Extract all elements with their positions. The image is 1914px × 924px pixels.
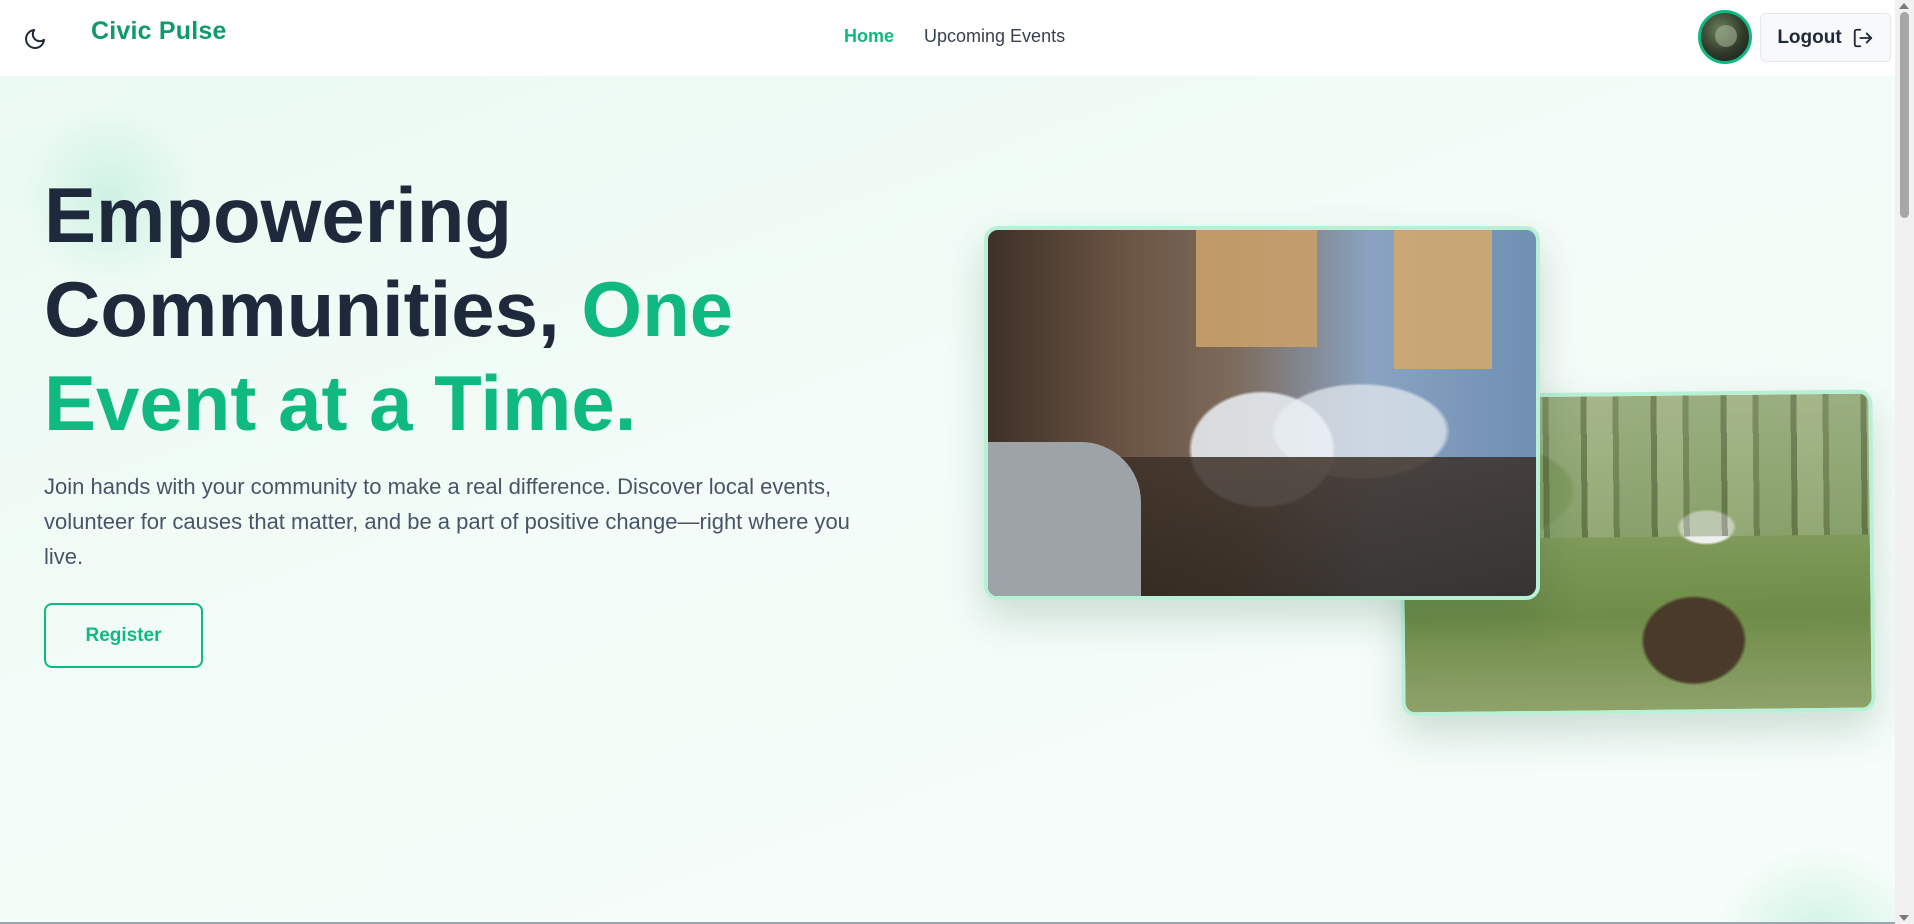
nav-link-home[interactable]: Home bbox=[844, 26, 894, 47]
moon-icon[interactable] bbox=[20, 24, 50, 54]
nav-link-upcoming-events[interactable]: Upcoming Events bbox=[924, 26, 1065, 47]
brand-logo[interactable]: Civic Pulse bbox=[91, 17, 227, 46]
user-avatar[interactable] bbox=[1698, 10, 1752, 64]
scroll-thumb[interactable] bbox=[1900, 12, 1909, 218]
scroll-up-icon[interactable] bbox=[1899, 3, 1909, 9]
volunteer-shirt bbox=[1196, 230, 1317, 348]
headline-main: Empowering Communities, bbox=[44, 171, 582, 353]
hero-headline: Empowering Communities, One Event at a T… bbox=[44, 168, 944, 450]
sleeve bbox=[988, 442, 1142, 596]
navbar: Civic Pulse Home Upcoming Events Logout bbox=[0, 0, 1895, 76]
food-donation-photo bbox=[984, 226, 1540, 600]
volunteer-shirt-2 bbox=[1393, 230, 1493, 370]
logout-icon bbox=[1853, 28, 1872, 47]
scroll-down-icon[interactable] bbox=[1899, 915, 1909, 921]
register-button[interactable]: Register bbox=[44, 603, 203, 668]
hero-subtext: Join hands with your community to make a… bbox=[44, 474, 850, 569]
logout-label: Logout bbox=[1777, 26, 1842, 48]
nav-links: Home Upcoming Events bbox=[844, 26, 1065, 47]
scrollbar[interactable] bbox=[1895, 0, 1914, 924]
hero-section: Empowering Communities, One Event at a T… bbox=[0, 76, 1895, 924]
logout-button[interactable]: Logout bbox=[1760, 13, 1891, 62]
